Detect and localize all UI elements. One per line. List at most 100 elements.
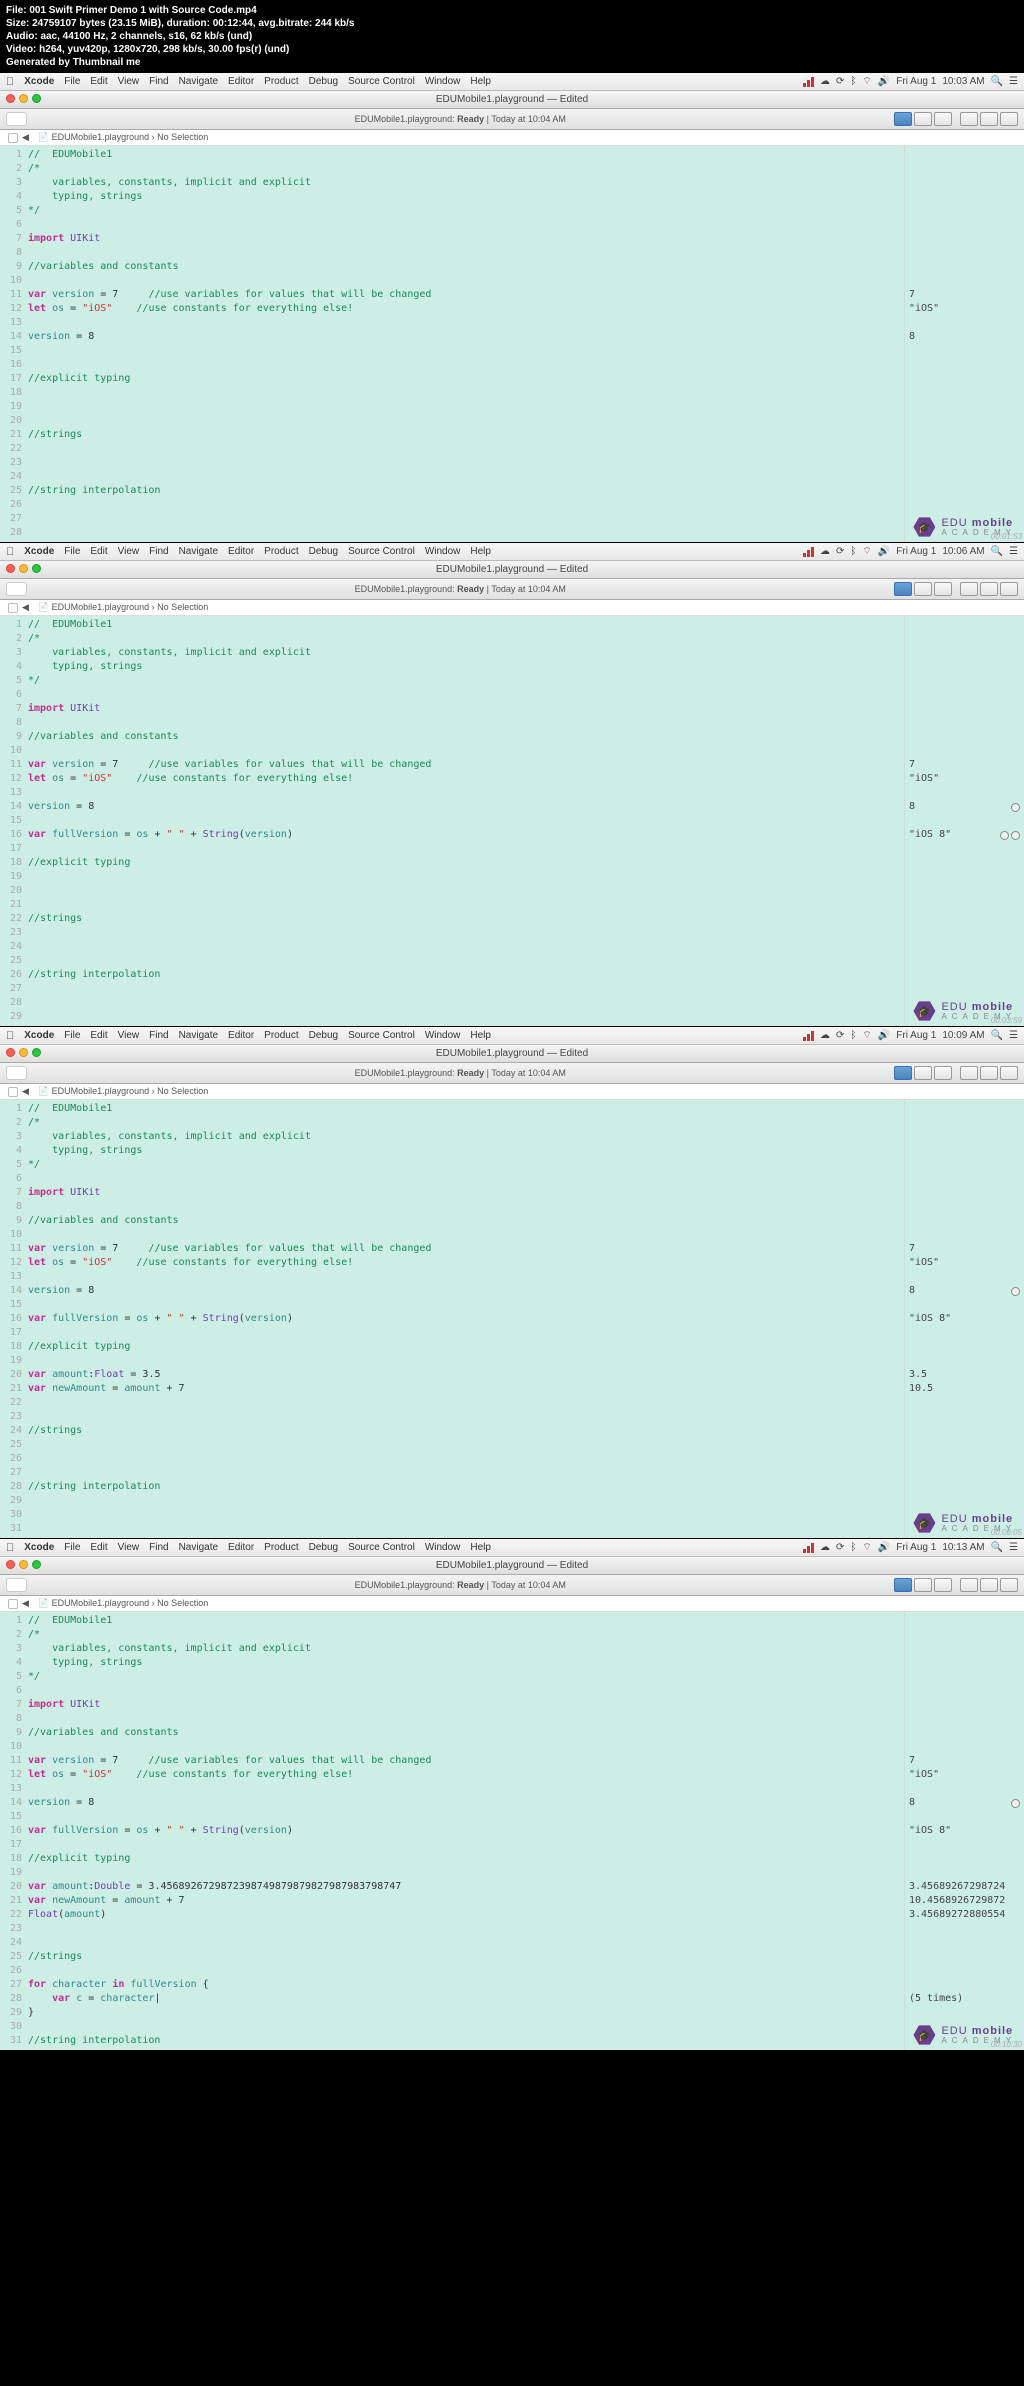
jump-bar-back-icon[interactable]: ◀: [22, 1598, 29, 1609]
code-line[interactable]: [28, 1438, 904, 1452]
code-line[interactable]: [28, 1326, 904, 1340]
clock-day[interactable]: Fri Aug 1: [896, 546, 936, 557]
code-line[interactable]: [28, 1270, 904, 1284]
clock-day[interactable]: Fri Aug 1: [896, 76, 936, 87]
code-line[interactable]: [28, 1298, 904, 1312]
code-line[interactable]: [28, 1810, 904, 1824]
code-line[interactable]: */: [28, 674, 904, 688]
app-name[interactable]: Xcode: [24, 546, 54, 557]
menu-editor[interactable]: Editor: [228, 1542, 254, 1553]
code-line[interactable]: //explicit typing: [28, 856, 904, 870]
code-line[interactable]: typing, strings: [28, 1144, 904, 1158]
code-line[interactable]: [28, 1228, 904, 1242]
scheme-selector[interactable]: [6, 1066, 27, 1080]
menu-window[interactable]: Window: [425, 76, 461, 87]
menu-editor[interactable]: Editor: [228, 1030, 254, 1041]
menu-help[interactable]: Help: [470, 1542, 491, 1553]
volume-icon[interactable]: 🔊: [878, 1030, 890, 1041]
menu-edit[interactable]: Edit: [90, 1542, 107, 1553]
code-line[interactable]: var fullVersion = os + " " + String(vers…: [28, 1824, 904, 1838]
close-button[interactable]: [6, 94, 15, 103]
related-items-icon[interactable]: [8, 603, 18, 613]
app-name[interactable]: Xcode: [24, 76, 54, 87]
bluetooth-icon[interactable]: ᛒ: [850, 1542, 856, 1553]
zoom-button[interactable]: [32, 1560, 41, 1569]
code-line[interactable]: let os = "iOS" //use constants for every…: [28, 772, 904, 786]
zoom-button[interactable]: [32, 94, 41, 103]
dropbox-icon[interactable]: ☁: [820, 1542, 830, 1553]
code-line[interactable]: [28, 512, 904, 526]
dropbox-icon[interactable]: ☁: [820, 76, 830, 87]
menu-help[interactable]: Help: [470, 76, 491, 87]
scheme-selector[interactable]: [6, 582, 27, 596]
code-line[interactable]: variables, constants, implicit and expli…: [28, 176, 904, 190]
code-line[interactable]: version = 8: [28, 1796, 904, 1810]
clock-time[interactable]: 10:03 AM: [942, 76, 984, 87]
code-line[interactable]: var newAmount = amount + 7: [28, 1382, 904, 1396]
code-line[interactable]: var version = 7 //use variables for valu…: [28, 1754, 904, 1768]
apple-menu-icon[interactable]: : [6, 1030, 14, 1042]
clock-time[interactable]: 10:09 AM: [942, 1030, 984, 1041]
menu-edit[interactable]: Edit: [90, 1030, 107, 1041]
menu-window[interactable]: Window: [425, 546, 461, 557]
code-line[interactable]: import UIKit: [28, 1186, 904, 1200]
standard-editor-button[interactable]: [894, 1578, 912, 1592]
menu-file[interactable]: File: [64, 546, 80, 557]
related-items-icon[interactable]: [8, 1087, 18, 1097]
bluetooth-icon[interactable]: ᛒ: [850, 76, 856, 87]
wifi-icon[interactable]: ⌔: [862, 1541, 871, 1554]
code-line[interactable]: [28, 442, 904, 456]
volume-icon[interactable]: 🔊: [878, 76, 890, 87]
menu-window[interactable]: Window: [425, 1030, 461, 1041]
code-line[interactable]: //strings: [28, 1424, 904, 1438]
jump-bar[interactable]: ◀ 📄 EDUMobile1.playground › No Selection: [0, 600, 1024, 616]
code-line[interactable]: import UIKit: [28, 232, 904, 246]
code-line[interactable]: [28, 274, 904, 288]
code-line[interactable]: let os = "iOS" //use constants for every…: [28, 1256, 904, 1270]
jump-bar-back-icon[interactable]: ◀: [22, 1086, 29, 1097]
code-line[interactable]: version = 8: [28, 330, 904, 344]
code-line[interactable]: [28, 1838, 904, 1852]
code-line[interactable]: [28, 1452, 904, 1466]
code-line[interactable]: var version = 7 //use variables for valu…: [28, 758, 904, 772]
app-name[interactable]: Xcode: [24, 1030, 54, 1041]
wifi-icon[interactable]: ⌔: [862, 545, 871, 558]
code-line[interactable]: [28, 842, 904, 856]
apple-menu-icon[interactable]: : [6, 76, 14, 88]
code-line[interactable]: [28, 400, 904, 414]
menu-file[interactable]: File: [64, 1542, 80, 1553]
code-line[interactable]: // EDUMobile1: [28, 1102, 904, 1116]
code-line[interactable]: [28, 456, 904, 470]
jump-bar-back-icon[interactable]: ◀: [22, 132, 29, 143]
code-line[interactable]: [28, 940, 904, 954]
bluetooth-icon[interactable]: ᛒ: [850, 546, 856, 557]
menu-navigate[interactable]: Navigate: [179, 76, 218, 87]
spotlight-icon[interactable]: 🔍: [991, 1030, 1003, 1041]
toggle-utilities-button[interactable]: [1000, 582, 1018, 596]
code-line[interactable]: [28, 1866, 904, 1880]
code-line[interactable]: // EDUMobile1: [28, 618, 904, 632]
code-line[interactable]: [28, 982, 904, 996]
menu-debug[interactable]: Debug: [309, 76, 338, 87]
menu-editor[interactable]: Editor: [228, 76, 254, 87]
menu-find[interactable]: Find: [149, 1030, 168, 1041]
toggle-utilities-button[interactable]: [1000, 112, 1018, 126]
clock-time[interactable]: 10:13 AM: [942, 1542, 984, 1553]
jump-bar[interactable]: ◀ 📄 EDUMobile1.playground › No Selection: [0, 1084, 1024, 1100]
code-line[interactable]: */: [28, 1158, 904, 1172]
toggle-debug-button[interactable]: [980, 112, 998, 126]
code-line[interactable]: var fullVersion = os + " " + String(vers…: [28, 1312, 904, 1326]
version-editor-button[interactable]: [934, 582, 952, 596]
related-items-icon[interactable]: [8, 1599, 18, 1609]
minimize-button[interactable]: [19, 1560, 28, 1569]
code-editor[interactable]: // EDUMobile1/* variables, constants, im…: [28, 146, 904, 542]
app-name[interactable]: Xcode: [24, 1542, 54, 1553]
toggle-navigator-button[interactable]: [960, 1066, 978, 1080]
code-line[interactable]: [28, 1922, 904, 1936]
code-line[interactable]: let os = "iOS" //use constants for every…: [28, 302, 904, 316]
code-line[interactable]: /*: [28, 632, 904, 646]
code-line[interactable]: typing, strings: [28, 660, 904, 674]
code-line[interactable]: [28, 1494, 904, 1508]
quicklook-icon[interactable]: [1011, 1799, 1020, 1808]
code-line[interactable]: [28, 898, 904, 912]
